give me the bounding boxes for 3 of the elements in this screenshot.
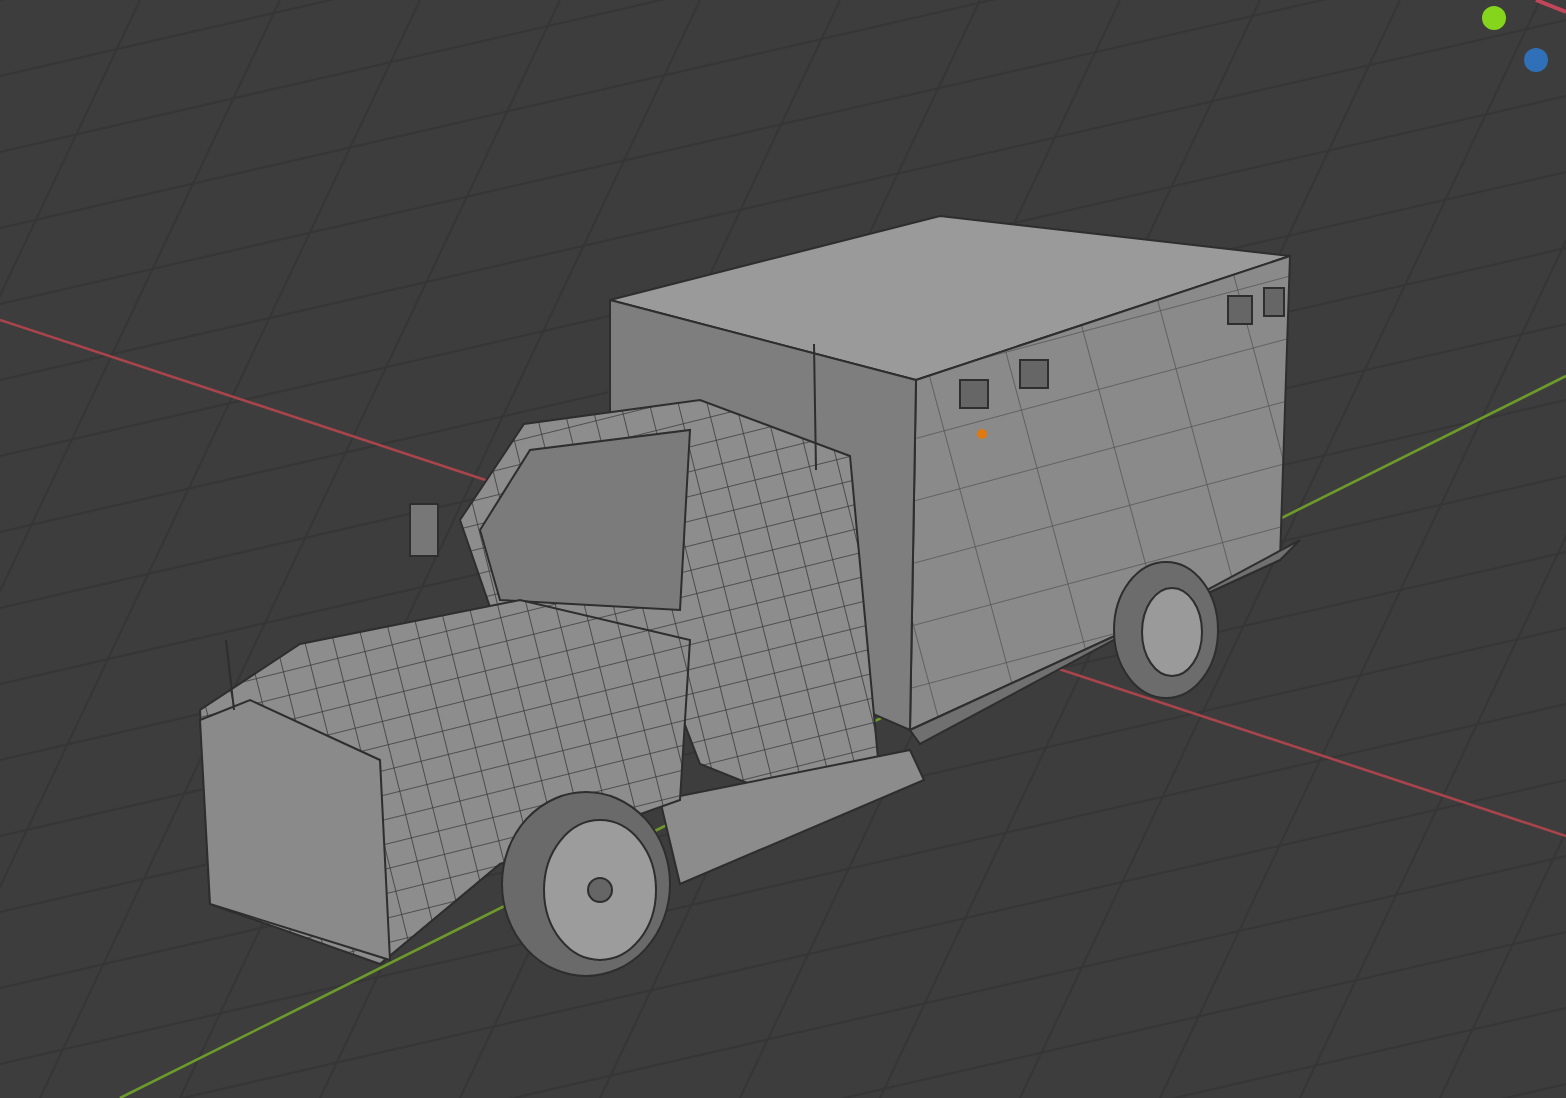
axis-dot[interactable]	[1482, 6, 1506, 30]
axis-dot[interactable]	[1524, 48, 1548, 72]
gizmo-axis-line	[1535, 0, 1566, 14]
